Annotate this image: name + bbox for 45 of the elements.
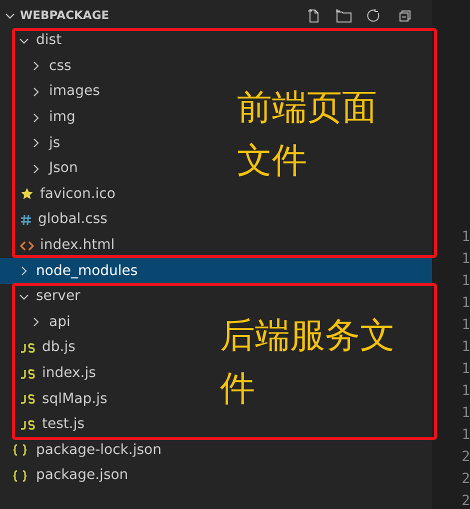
file-item[interactable]: index.html <box>40 235 115 256</box>
code-brackets-icon <box>20 240 34 252</box>
file-item[interactable]: package.json <box>36 465 128 486</box>
folder-item[interactable]: images <box>49 81 100 102</box>
line-number: 1 <box>462 250 470 269</box>
file-item[interactable]: package-lock.json <box>36 440 162 461</box>
file-item[interactable]: favicon.ico <box>40 184 116 205</box>
braces-icon <box>12 470 28 482</box>
file-item[interactable]: index.js <box>42 363 96 384</box>
file-item[interactable]: test.js <box>42 414 85 436</box>
folder-item[interactable]: dist <box>36 30 62 52</box>
folder-item[interactable]: api <box>49 312 70 333</box>
hash-icon <box>20 214 32 226</box>
favicon-star-icon <box>20 187 34 202</box>
braces-icon <box>12 444 28 456</box>
js-icon <box>20 420 36 430</box>
line-number: 2 <box>462 470 470 489</box>
folder-item[interactable]: img <box>49 107 76 128</box>
annotation-text: 后端服务文件 <box>220 315 396 410</box>
js-icon <box>20 368 36 379</box>
line-number: 2 <box>462 492 470 509</box>
line-number: 1 <box>462 294 470 313</box>
js-icon <box>20 342 36 353</box>
folder-item[interactable]: Json <box>49 158 78 180</box>
folder-item[interactable]: server <box>36 286 80 308</box>
folder-item[interactable]: js <box>49 132 60 154</box>
line-number: 1 <box>462 360 470 379</box>
line-number: 1 <box>462 338 470 357</box>
new-folder-icon[interactable] <box>336 8 352 24</box>
line-number: 1 <box>462 228 470 247</box>
section-title[interactable]: WEBPACKAGE <box>20 7 110 25</box>
js-icon <box>20 394 36 404</box>
line-number: 2 <box>462 448 470 467</box>
refresh-icon[interactable] <box>366 8 382 24</box>
annotation-text: 前端页面文件 <box>237 87 378 182</box>
line-number: 1 <box>462 272 470 291</box>
line-number: 1 <box>462 316 470 335</box>
line-number: 1 <box>462 404 470 423</box>
line-number: 1 <box>462 382 470 401</box>
line-number: 1 <box>462 426 470 445</box>
file-item[interactable]: global.css <box>38 209 108 230</box>
folder-item[interactable]: css <box>49 56 72 77</box>
file-item[interactable]: db.js <box>42 337 76 358</box>
file-item[interactable]: sqlMap.js <box>42 388 108 410</box>
folder-item[interactable]: node_modules <box>36 260 138 282</box>
